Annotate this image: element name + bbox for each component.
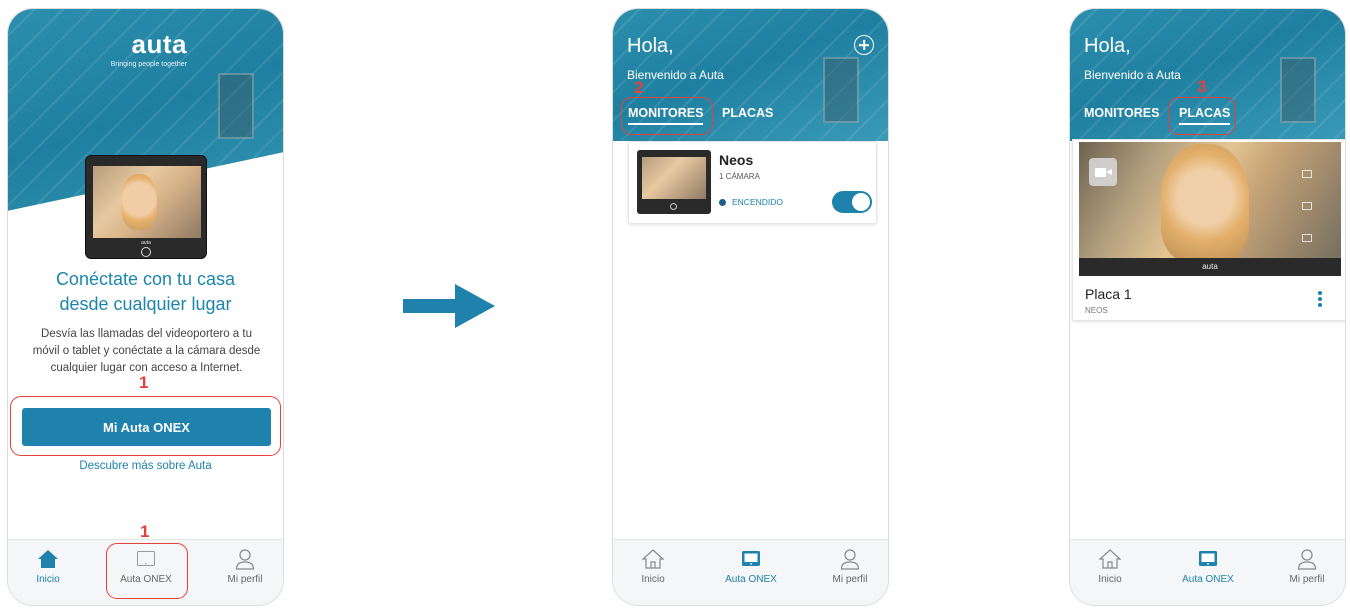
phone-screen-monitores: Hola, Bienvenido a Auta MONITORES PLACAS… [612, 8, 889, 606]
headline: Conéctate con tu casa desde cualquier lu… [8, 267, 283, 317]
tab-mi-perfil[interactable]: Mi perfil [1267, 546, 1345, 585]
placa-model: NEOS [1085, 306, 1108, 315]
annotation-highlight-placas [1168, 97, 1236, 135]
tab-label: Inicio [36, 574, 60, 585]
monitor-icon [742, 551, 760, 566]
user-icon [235, 549, 255, 570]
placa-name: Placa 1 [1085, 286, 1132, 302]
power-toggle[interactable] [832, 191, 872, 213]
home-icon [38, 550, 58, 568]
arrow-right-icon [403, 284, 495, 328]
monitor-card[interactable]: Neos 1 CÁMARA ENCENDIDO [628, 141, 877, 224]
tab-monitores[interactable]: MONITORES [1084, 106, 1159, 120]
phone-side-icon [1302, 170, 1312, 178]
tab-placas[interactable]: PLACAS [722, 106, 773, 120]
step-marker-2: 2 [634, 78, 644, 97]
placa-card[interactable]: auta Placa 1 NEOS [1072, 139, 1345, 321]
home-icon [642, 549, 664, 569]
mi-auta-onex-button[interactable]: Mi Auta ONEX [22, 408, 271, 446]
device-brand: auta [141, 240, 151, 246]
status-label: ENCENDIDO [719, 197, 783, 207]
tab-auta-onex[interactable]: Auta ONEX [1168, 546, 1248, 585]
tab-label: Mi perfil [832, 574, 868, 585]
tab-inicio[interactable]: Inicio [8, 546, 88, 585]
user-icon [1297, 549, 1317, 570]
keypad-side-icon [1302, 234, 1312, 242]
tab-label: Inicio [641, 574, 665, 585]
step-marker-1-top: 1 [139, 373, 149, 392]
tab-label: Auta ONEX [725, 574, 777, 585]
tab-label: Auta ONEX [1182, 574, 1234, 585]
tab-auta-onex[interactable]: Auta ONEX [711, 546, 791, 585]
phone-screen-placas: Hola, Bienvenido a Auta MONITORES PLACAS… [1069, 8, 1346, 606]
bottom-tab-bar: Inicio Auta ONEX Mi perfil [1070, 539, 1345, 605]
video-camera-icon[interactable] [1089, 158, 1117, 186]
tab-mi-perfil[interactable]: Mi perfil [205, 546, 283, 585]
phone-screen-home: auta Bringing people together auta Conéc… [7, 8, 284, 606]
greeting: Hola, [627, 35, 674, 57]
welcome-text: Bienvenido a Auta [1084, 68, 1181, 82]
tab-label: Inicio [1098, 574, 1122, 585]
tab-label: Mi perfil [1289, 574, 1325, 585]
tagline: Bringing people together [110, 61, 187, 68]
add-circle-icon[interactable] [854, 35, 874, 55]
annotation-highlight-tab [106, 543, 188, 599]
more-options-icon[interactable] [1318, 291, 1322, 309]
bottom-tab-bar: Inicio Auta ONEX Mi perfil [613, 539, 888, 605]
monitor-device-image: auta [85, 155, 207, 259]
step-marker-3: 3 [1197, 77, 1207, 96]
monitor-thumbnail [637, 150, 711, 214]
monitor-name: Neos [719, 152, 754, 168]
mail-side-icon [1302, 202, 1312, 210]
tab-inicio[interactable]: Inicio [1070, 546, 1150, 585]
user-icon [840, 549, 860, 570]
greeting: Hola, [1084, 35, 1131, 57]
annotation-highlight-monitores [621, 97, 713, 135]
tab-mi-perfil[interactable]: Mi perfil [810, 546, 888, 585]
tab-label: Mi perfil [227, 574, 263, 585]
discover-more-link[interactable]: Descubre más sobre Auta [8, 460, 283, 472]
camera-count: 1 CÁMARA [719, 172, 760, 181]
headline-line-1: Conéctate con tu casa [55, 269, 236, 289]
auta-logo: auta [131, 29, 187, 59]
description-line-2: móvil o tablet y conéctate a la cámara d… [32, 345, 261, 357]
home-icon [1099, 549, 1121, 569]
monitor-icon [1199, 551, 1217, 566]
device-brand: auta [1202, 262, 1218, 271]
description-line-1: Desvía las llamadas del videoportero a t… [41, 328, 252, 340]
tab-inicio[interactable]: Inicio [613, 546, 693, 585]
headline-line-2: desde cualquier lugar [59, 294, 232, 314]
description: Desvía las llamadas del videoportero a t… [26, 326, 267, 377]
